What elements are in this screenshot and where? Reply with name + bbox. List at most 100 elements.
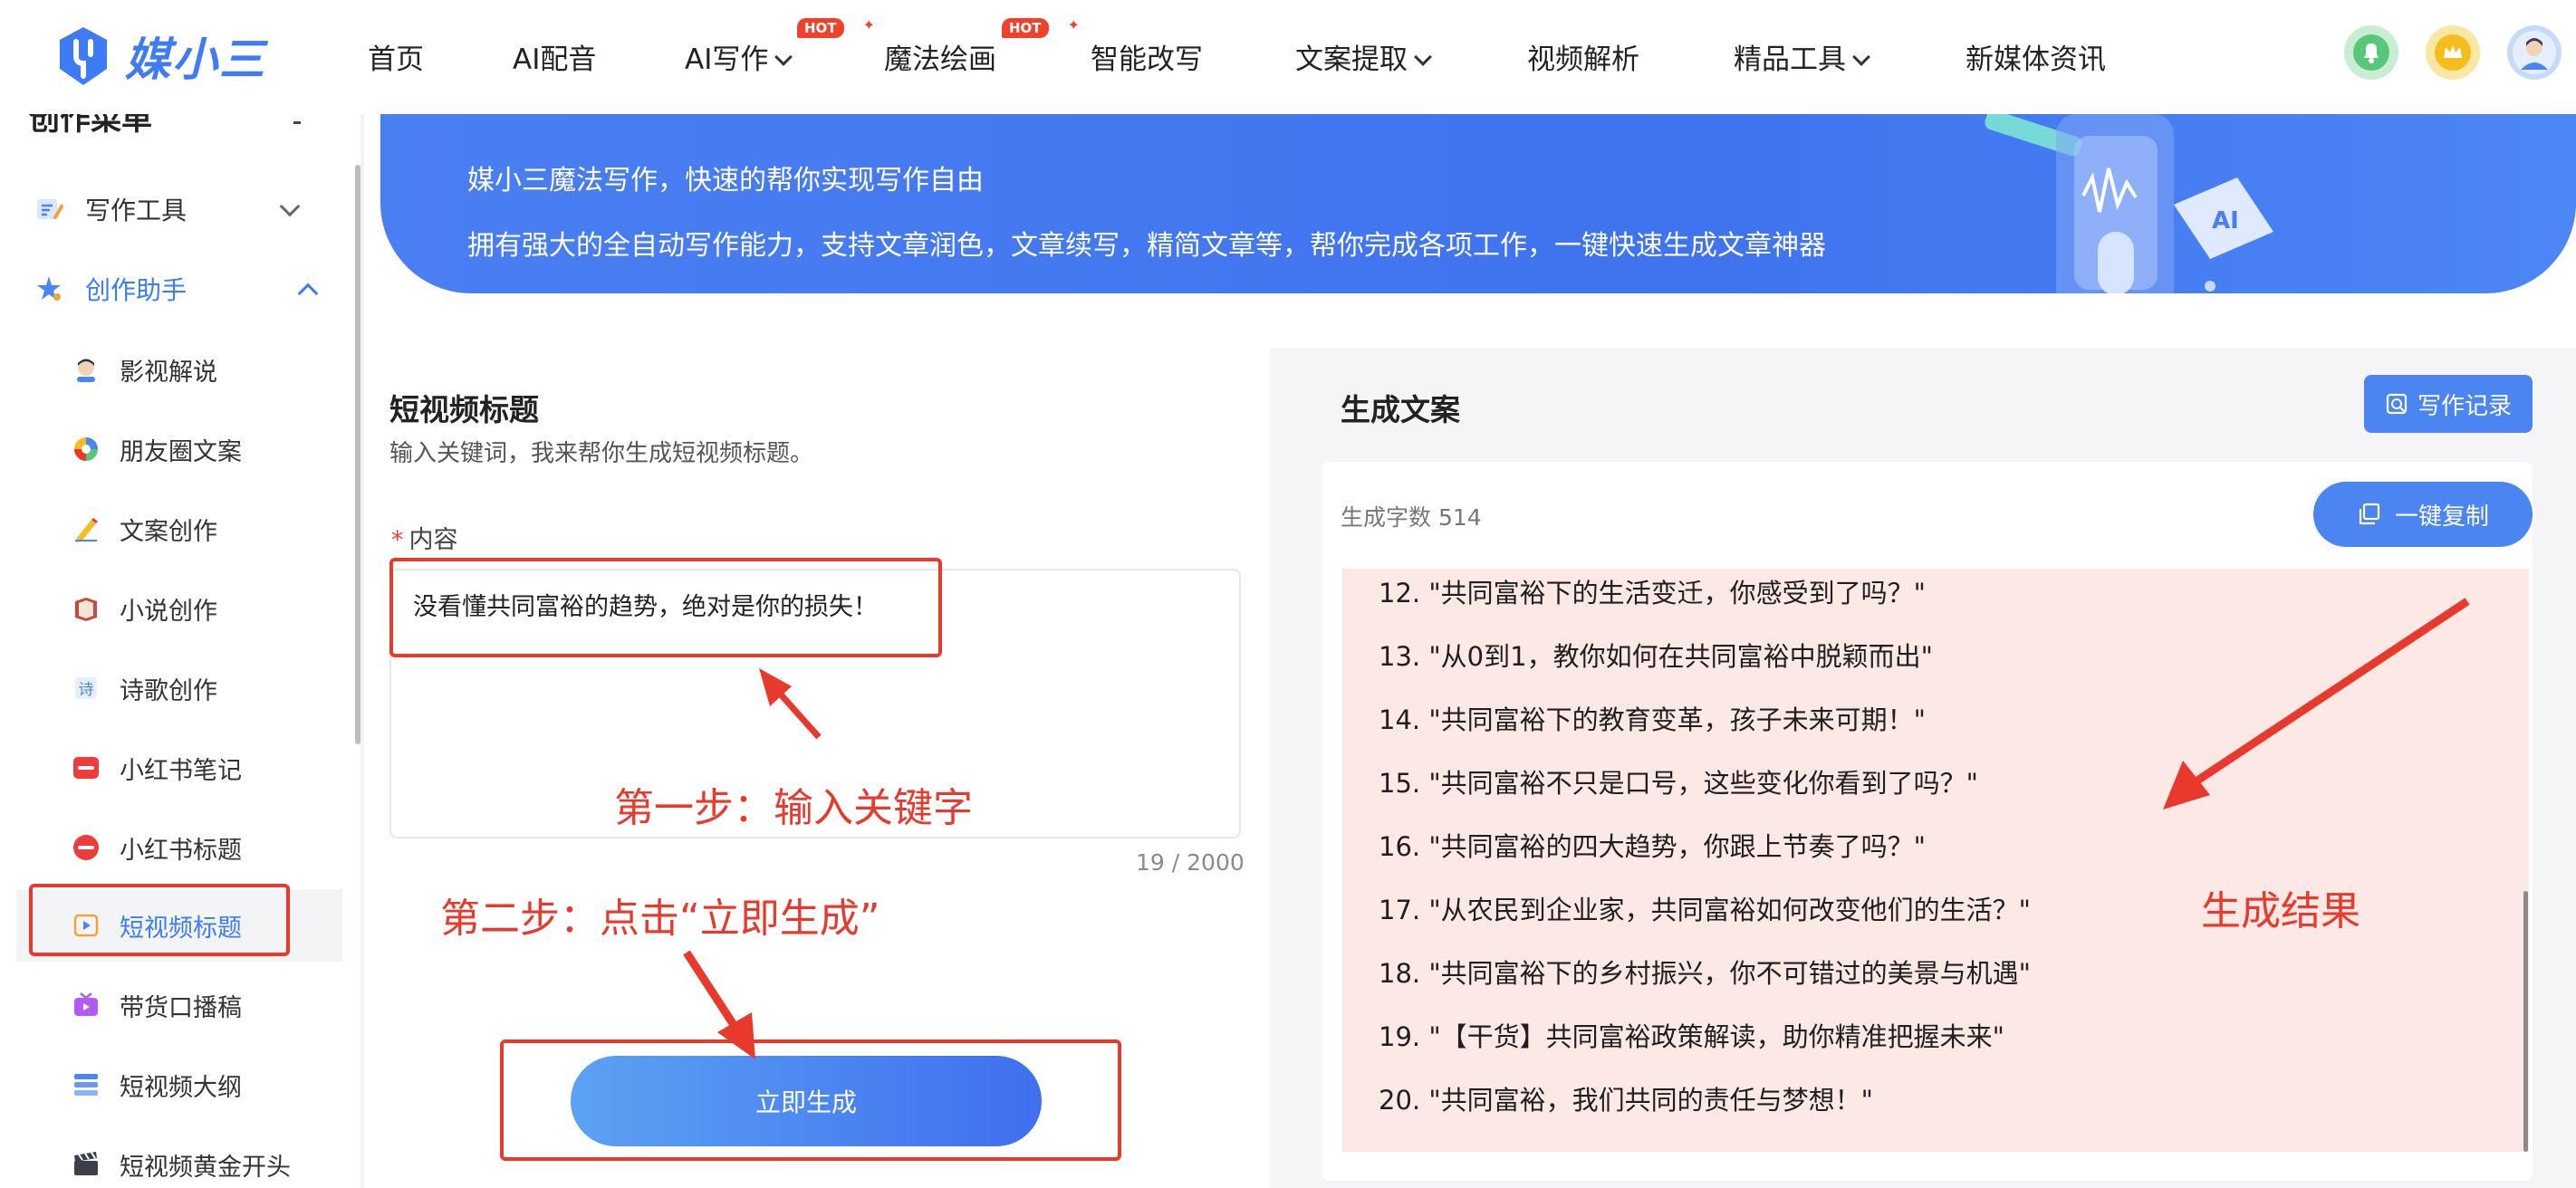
result-title: 生成文案	[1341, 392, 1460, 427]
pencil-icon	[71, 513, 101, 544]
sidebar-section-writing-tools[interactable]: 写作工具	[33, 182, 187, 236]
sidebar-item-short-video-golden-opening[interactable]: 短视频黄金开头	[71, 1137, 291, 1188]
content-label: * 内容	[391, 520, 458, 555]
sidebar-item-film-narration[interactable]: 影视解说	[71, 342, 217, 397]
creation-assistant-icon	[33, 273, 65, 305]
chevron-down-icon[interactable]	[279, 196, 301, 217]
sidebar-item-moments-copy[interactable]: 朋友圈文案	[71, 422, 242, 476]
nav-smart-rewrite[interactable]: 智能改写	[1091, 36, 1203, 77]
copy-icon	[2359, 503, 2380, 525]
moments-icon	[71, 434, 101, 465]
nav-home[interactable]: 首页	[368, 36, 424, 77]
annotation-step2: 第二步：点击“立即生成”	[440, 896, 880, 942]
sidebar-section-label: 创作助手	[85, 275, 187, 305]
banner-headline: 媒小三魔法写作，快速的帮你实现写作自由	[467, 165, 984, 196]
user-avatar-icon	[2513, 31, 2556, 74]
sidebar-item-label: 朋友圈文案	[120, 437, 242, 466]
brand-logo[interactable]: 媒小三	[56, 22, 266, 91]
nav-label: 魔法绘画	[884, 43, 996, 76]
xiaohongshu-title-icon	[71, 832, 101, 863]
sidebar-section-creation-assistant[interactable]: 创作助手	[33, 262, 187, 316]
sidebar-item-short-video-outline[interactable]: 短视频大纲	[71, 1058, 242, 1112]
sidebar-item-label: 带货口播稿	[120, 993, 242, 1022]
nav-magic-drawing[interactable]: 魔法绘画 HOT ✦	[884, 16, 1080, 77]
result-line: 13. "从0到1，教你如何在共同富裕中脱颖而出"	[1379, 641, 1933, 672]
notification-button[interactable]	[2344, 25, 2398, 80]
nav-label: 新媒体资讯	[1966, 43, 2106, 76]
ai-illustration-icon: AI	[1985, 114, 2273, 293]
sidebar-item-label: 小红书标题	[120, 836, 242, 865]
word-count: 生成字数 514	[1341, 504, 1482, 531]
hot-badge: HOT ✦	[1002, 16, 1080, 43]
clapper-icon	[71, 1149, 101, 1180]
sidebar-divider	[360, 114, 364, 1188]
nav-premium-tools[interactable]: 精品工具	[1734, 36, 1870, 77]
nav-ai-dubbing[interactable]: AI配音	[513, 36, 596, 77]
svg-text:AI: AI	[2212, 207, 2239, 235]
nav-label: 文案提取	[1295, 43, 1408, 76]
chevron-up-icon[interactable]	[297, 283, 319, 304]
collapse-icon[interactable]	[293, 121, 301, 124]
banner-description: 拥有强大的全自动写作能力，支持文章润色，文章续写，精简文章等，帮你完成各项工作，…	[467, 230, 1826, 262]
outline-icon	[71, 1069, 101, 1100]
nav-new-media-news[interactable]: 新媒体资讯	[1966, 36, 2106, 77]
hot-badge-text: HOT	[797, 18, 844, 38]
char-counter: 19 / 2000	[1136, 849, 1245, 876]
result-line: 12. "共同富裕下的生活变迁，你感受到了吗？"	[1379, 578, 1927, 608]
tv-icon	[71, 990, 101, 1020]
nav-label: AI写作	[685, 43, 769, 76]
sidebar-item-label: 小说创作	[120, 597, 217, 626]
result-line: 18. "共同富裕下的乡村振兴，你不可错过的美景与机遇"	[1379, 958, 2032, 989]
sidebar-item-label: 诗歌创作	[120, 676, 217, 705]
annotation-box-sidebar	[29, 884, 290, 956]
nav-ai-writing[interactable]: AI写作 HOT ✦	[685, 16, 875, 77]
writing-tool-icon	[33, 193, 65, 225]
nav-video-parse[interactable]: 视频解析	[1527, 36, 1639, 77]
result-line: 20. "共同富裕，我们共同的责任与梦想！"	[1379, 1085, 1874, 1116]
annotation-result: 生成结果	[2201, 888, 2360, 934]
nav-label: 精品工具	[1734, 43, 1846, 76]
annotation-step1: 第一步：输入关键字	[614, 785, 973, 831]
vip-button[interactable]	[2426, 25, 2480, 80]
sidebar-item-xiaohongshu-title[interactable]: 小红书标题	[71, 820, 242, 875]
top-navigation-bar: 媒小三 首页 AI配音 AI写作 HOT ✦ 魔法绘画 HOT ✦ 智能改写 文案提…	[0, 0, 2576, 114]
chevron-down-icon	[774, 48, 793, 66]
result-text-area[interactable]: 12. "共同富裕下的生活变迁，你感受到了吗？" 13. "从0到1，教你如何在…	[1342, 569, 2529, 1152]
annotation-box-generate	[500, 1040, 1121, 1161]
sidebar-section-label: 写作工具	[85, 196, 187, 225]
sidebar-item-novel[interactable]: 小说创作	[71, 581, 217, 636]
hero-banner: 媒小三魔法写作，快速的帮你实现写作自由 拥有强大的全自动写作能力，支持文章润色，…	[380, 114, 2576, 293]
nav-copy-extract[interactable]: 文案提取	[1295, 36, 1432, 77]
hot-badge-text: HOT	[1002, 18, 1049, 38]
sidebar: 创作菜单 写作工具 创作助手 影视解说 朋友圈文案 文案创作 小说创作 诗 诗歌…	[0, 114, 359, 1188]
result-line: 15. "共同富裕不只是口号，这些变化你看到了吗？"	[1379, 768, 1979, 799]
hot-badge: HOT ✦	[797, 16, 875, 43]
nav-label: 智能改写	[1091, 43, 1203, 76]
result-line: 17. "从农民到企业家，共同富裕如何改变他们的生活？"	[1379, 895, 2032, 925]
book-icon	[71, 593, 101, 624]
content-label-text: 内容	[409, 526, 458, 554]
result-scrollbar[interactable]	[2523, 891, 2528, 1152]
sidebar-item-label: 文案创作	[120, 517, 217, 546]
copy-all-button[interactable]: 一键复制	[2313, 482, 2533, 547]
chevron-down-icon	[1414, 48, 1432, 66]
bell-icon	[2353, 34, 2389, 71]
sidebar-item-copywriting[interactable]: 文案创作	[71, 502, 217, 556]
sidebar-item-live-sales-script[interactable]: 带货口播稿	[71, 978, 242, 1032]
sidebar-item-label: 小红书笔记	[120, 756, 242, 785]
crown-icon	[2435, 34, 2471, 71]
nav-label: 视频解析	[1527, 43, 1639, 76]
copy-all-label: 一键复制	[2394, 502, 2489, 530]
result-line: 16. "共同富裕的四大趋势，你跟上节奏了吗？"	[1379, 831, 1927, 862]
sidebar-item-xiaohongshu-note[interactable]: 小红书笔记	[71, 741, 242, 795]
brand-name: 媒小三	[125, 34, 266, 86]
sidebar-item-label: 影视解说	[120, 358, 217, 387]
avatar[interactable]	[2507, 25, 2562, 80]
poem-icon: 诗	[71, 673, 101, 704]
sidebar-item-poem[interactable]: 诗 诗歌创作	[71, 661, 217, 715]
logo-mark-icon	[60, 27, 107, 85]
writing-history-button[interactable]: 写作记录	[2364, 375, 2533, 433]
form-subtitle: 输入关键词，我来帮你生成短视频标题。	[389, 440, 814, 467]
nav-label: 首页	[368, 43, 424, 76]
result-line: 14. "共同富裕下的教育变革，孩子未来可期！"	[1379, 704, 1927, 735]
